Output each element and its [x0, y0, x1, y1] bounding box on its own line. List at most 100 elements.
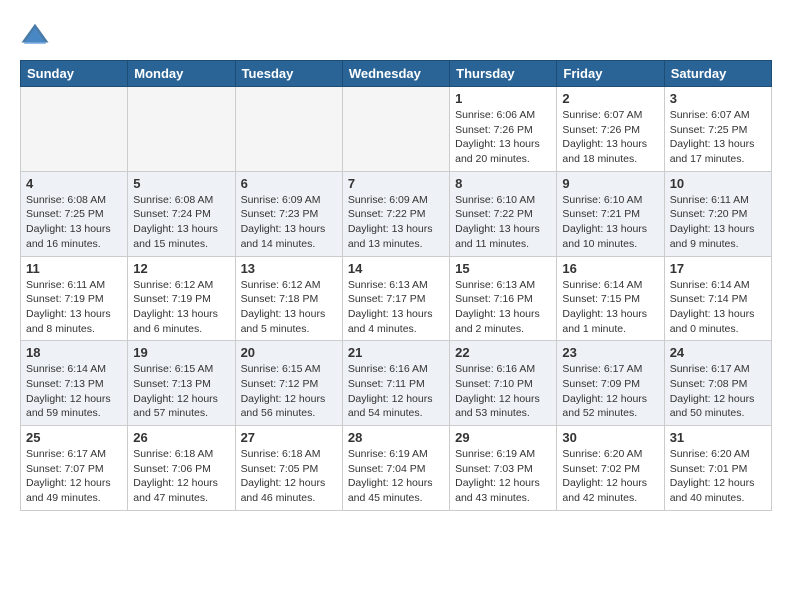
day-info: Sunrise: 6:06 AMSunset: 7:26 PMDaylight:…: [455, 108, 551, 167]
week-row-1: 1 Sunrise: 6:06 AMSunset: 7:26 PMDaylight…: [21, 87, 772, 172]
calendar-cell: 24 Sunrise: 6:17 AMSunset: 7:08 PMDayligh…: [664, 341, 771, 426]
day-number: 28: [348, 430, 444, 445]
weekday-header-saturday: Saturday: [664, 61, 771, 87]
weekday-header-monday: Monday: [128, 61, 235, 87]
day-number: 25: [26, 430, 122, 445]
calendar-cell: 26 Sunrise: 6:18 AMSunset: 7:06 PMDayligh…: [128, 426, 235, 511]
day-info: Sunrise: 6:20 AMSunset: 7:02 PMDaylight:…: [562, 447, 658, 506]
day-number: 13: [241, 261, 337, 276]
day-number: 16: [562, 261, 658, 276]
calendar-cell: [128, 87, 235, 172]
day-info: Sunrise: 6:07 AMSunset: 7:25 PMDaylight:…: [670, 108, 766, 167]
day-info: Sunrise: 6:14 AMSunset: 7:14 PMDaylight:…: [670, 278, 766, 337]
day-number: 5: [133, 176, 229, 191]
day-number: 21: [348, 345, 444, 360]
day-number: 26: [133, 430, 229, 445]
day-number: 23: [562, 345, 658, 360]
day-info: Sunrise: 6:13 AMSunset: 7:17 PMDaylight:…: [348, 278, 444, 337]
weekday-header-tuesday: Tuesday: [235, 61, 342, 87]
day-number: 19: [133, 345, 229, 360]
logo-icon: [20, 20, 50, 50]
calendar-cell: 3 Sunrise: 6:07 AMSunset: 7:25 PMDaylight…: [664, 87, 771, 172]
weekday-header-thursday: Thursday: [450, 61, 557, 87]
day-info: Sunrise: 6:13 AMSunset: 7:16 PMDaylight:…: [455, 278, 551, 337]
calendar-cell: 15 Sunrise: 6:13 AMSunset: 7:16 PMDayligh…: [450, 256, 557, 341]
day-number: 8: [455, 176, 551, 191]
calendar-cell: 29 Sunrise: 6:19 AMSunset: 7:03 PMDayligh…: [450, 426, 557, 511]
calendar-cell: 4 Sunrise: 6:08 AMSunset: 7:25 PMDaylight…: [21, 171, 128, 256]
page-header: [20, 20, 772, 50]
calendar-cell: 23 Sunrise: 6:17 AMSunset: 7:09 PMDayligh…: [557, 341, 664, 426]
calendar-cell: 7Sunrise: 6:09 AMSunset: 7:22 PMDaylight…: [342, 171, 449, 256]
day-number: 12: [133, 261, 229, 276]
day-info: Sunrise: 6:19 AMSunset: 7:03 PMDaylight:…: [455, 447, 551, 506]
day-info: Sunrise: 6:11 AMSunset: 7:20 PMDaylight:…: [670, 193, 766, 252]
day-info: Sunrise: 6:14 AMSunset: 7:13 PMDaylight:…: [26, 362, 122, 421]
calendar-cell: 21 Sunrise: 6:16 AMSunset: 7:11 PMDayligh…: [342, 341, 449, 426]
day-number: 10: [670, 176, 766, 191]
day-info: Sunrise: 6:17 AMSunset: 7:08 PMDaylight:…: [670, 362, 766, 421]
calendar-cell: 25 Sunrise: 6:17 AMSunset: 7:07 PMDayligh…: [21, 426, 128, 511]
day-number: 18: [26, 345, 122, 360]
calendar-cell: 8Sunrise: 6:10 AMSunset: 7:22 PMDaylight…: [450, 171, 557, 256]
day-number: 11: [26, 261, 122, 276]
day-number: 14: [348, 261, 444, 276]
calendar-cell: 6 Sunrise: 6:09 AMSunset: 7:23 PMDaylight…: [235, 171, 342, 256]
day-number: 4: [26, 176, 122, 191]
day-info: Sunrise: 6:15 AMSunset: 7:12 PMDaylight:…: [241, 362, 337, 421]
calendar-cell: [342, 87, 449, 172]
day-info: Sunrise: 6:12 AMSunset: 7:19 PMDaylight:…: [133, 278, 229, 337]
week-row-3: 11 Sunrise: 6:11 AMSunset: 7:19 PMDayligh…: [21, 256, 772, 341]
calendar-cell: 1 Sunrise: 6:06 AMSunset: 7:26 PMDaylight…: [450, 87, 557, 172]
logo: [20, 20, 52, 50]
day-number: 24: [670, 345, 766, 360]
day-number: 17: [670, 261, 766, 276]
calendar-cell: 22 Sunrise: 6:16 AMSunset: 7:10 PMDayligh…: [450, 341, 557, 426]
day-number: 7: [348, 176, 444, 191]
weekday-header-row: SundayMondayTuesdayWednesdayThursdayFrid…: [21, 61, 772, 87]
day-info: Sunrise: 6:17 AMSunset: 7:07 PMDaylight:…: [26, 447, 122, 506]
calendar-cell: 10 Sunrise: 6:11 AMSunset: 7:20 PMDayligh…: [664, 171, 771, 256]
day-info: Sunrise: 6:12 AMSunset: 7:18 PMDaylight:…: [241, 278, 337, 337]
calendar-cell: 19 Sunrise: 6:15 AMSunset: 7:13 PMDayligh…: [128, 341, 235, 426]
day-number: 20: [241, 345, 337, 360]
day-number: 3: [670, 91, 766, 106]
calendar-cell: 13 Sunrise: 6:12 AMSunset: 7:18 PMDayligh…: [235, 256, 342, 341]
calendar-cell: 27 Sunrise: 6:18 AMSunset: 7:05 PMDayligh…: [235, 426, 342, 511]
day-number: 1: [455, 91, 551, 106]
day-info: Sunrise: 6:09 AMSunset: 7:23 PMDaylight:…: [241, 193, 337, 252]
calendar-cell: 30Sunrise: 6:20 AMSunset: 7:02 PMDayligh…: [557, 426, 664, 511]
calendar-cell: 31Sunrise: 6:20 AMSunset: 7:01 PMDayligh…: [664, 426, 771, 511]
day-info: Sunrise: 6:07 AMSunset: 7:26 PMDaylight:…: [562, 108, 658, 167]
day-info: Sunrise: 6:20 AMSunset: 7:01 PMDaylight:…: [670, 447, 766, 506]
day-number: 6: [241, 176, 337, 191]
day-info: Sunrise: 6:18 AMSunset: 7:06 PMDaylight:…: [133, 447, 229, 506]
day-info: Sunrise: 6:10 AMSunset: 7:21 PMDaylight:…: [562, 193, 658, 252]
day-info: Sunrise: 6:08 AMSunset: 7:25 PMDaylight:…: [26, 193, 122, 252]
calendar-cell: 14 Sunrise: 6:13 AMSunset: 7:17 PMDayligh…: [342, 256, 449, 341]
day-info: Sunrise: 6:15 AMSunset: 7:13 PMDaylight:…: [133, 362, 229, 421]
calendar-cell: 16 Sunrise: 6:14 AMSunset: 7:15 PMDayligh…: [557, 256, 664, 341]
day-number: 15: [455, 261, 551, 276]
day-number: 22: [455, 345, 551, 360]
calendar-cell: 28Sunrise: 6:19 AMSunset: 7:04 PMDayligh…: [342, 426, 449, 511]
day-info: Sunrise: 6:17 AMSunset: 7:09 PMDaylight:…: [562, 362, 658, 421]
calendar-cell: 17 Sunrise: 6:14 AMSunset: 7:14 PMDayligh…: [664, 256, 771, 341]
calendar-cell: 5Sunrise: 6:08 AMSunset: 7:24 PMDaylight…: [128, 171, 235, 256]
day-number: 27: [241, 430, 337, 445]
week-row-5: 25 Sunrise: 6:17 AMSunset: 7:07 PMDayligh…: [21, 426, 772, 511]
day-info: Sunrise: 6:16 AMSunset: 7:10 PMDaylight:…: [455, 362, 551, 421]
day-info: Sunrise: 6:16 AMSunset: 7:11 PMDaylight:…: [348, 362, 444, 421]
calendar-cell: 20 Sunrise: 6:15 AMSunset: 7:12 PMDayligh…: [235, 341, 342, 426]
calendar-cell: [235, 87, 342, 172]
day-number: 2: [562, 91, 658, 106]
calendar-cell: 11 Sunrise: 6:11 AMSunset: 7:19 PMDayligh…: [21, 256, 128, 341]
day-info: Sunrise: 6:11 AMSunset: 7:19 PMDaylight:…: [26, 278, 122, 337]
day-info: Sunrise: 6:14 AMSunset: 7:15 PMDaylight:…: [562, 278, 658, 337]
day-number: 29: [455, 430, 551, 445]
day-info: Sunrise: 6:18 AMSunset: 7:05 PMDaylight:…: [241, 447, 337, 506]
calendar-cell: 18 Sunrise: 6:14 AMSunset: 7:13 PMDayligh…: [21, 341, 128, 426]
calendar-cell: 9Sunrise: 6:10 AMSunset: 7:21 PMDaylight…: [557, 171, 664, 256]
calendar-cell: 12 Sunrise: 6:12 AMSunset: 7:19 PMDayligh…: [128, 256, 235, 341]
week-row-4: 18 Sunrise: 6:14 AMSunset: 7:13 PMDayligh…: [21, 341, 772, 426]
